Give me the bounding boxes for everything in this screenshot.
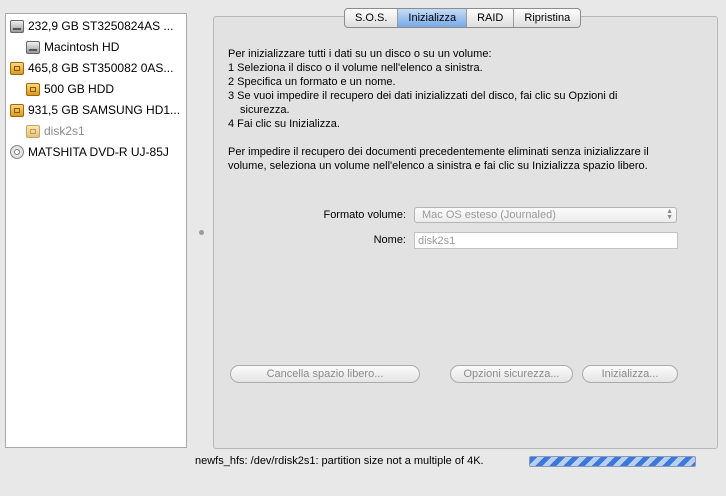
erase-button[interactable]: Inizializza... xyxy=(582,365,678,383)
format-select-value: Mac OS esteso (Journaled) xyxy=(422,209,556,221)
disk-item-label: 465,8 GB ST350082 0AS... xyxy=(28,61,174,75)
free-space-note-line: Per impedire il recupero dei documenti p… xyxy=(228,146,649,158)
disk-item-label: 931,5 GB SAMSUNG HD1... xyxy=(28,103,181,117)
instruction-step-continued: sicurezza. xyxy=(240,104,290,116)
disk-item-label: MATSHITA DVD-R UJ-85J xyxy=(28,145,169,159)
volume-item-label: Macintosh HD xyxy=(44,40,120,54)
stepper-arrows-icon: ▲ ▼ xyxy=(666,208,673,221)
erase-instructions: Per inizializzare tutti i dati su un dis… xyxy=(228,47,698,173)
volume-item-label: 500 GB HDD xyxy=(44,82,115,96)
tab-restore[interactable]: Ripristina xyxy=(514,9,580,27)
volume-item-macintosh-hd[interactable]: Macintosh HD xyxy=(26,37,119,57)
disk-item-samsung[interactable]: 931,5 GB SAMSUNG HD1... xyxy=(10,100,180,120)
instruction-step: 2 Specifica un formato e un nome. xyxy=(228,76,396,88)
security-options-button[interactable]: Opzioni sicurezza... xyxy=(450,365,573,383)
hard-disk-icon xyxy=(10,19,24,33)
external-disk-icon xyxy=(26,82,40,96)
free-space-note-line: volume, seleziona un volume nell'elenco … xyxy=(228,160,648,172)
name-label: Nome: xyxy=(373,234,406,246)
hard-disk-icon xyxy=(26,40,40,54)
tab-first-aid[interactable]: S.O.S. xyxy=(345,9,399,27)
name-input[interactable] xyxy=(414,232,678,249)
external-disk-icon xyxy=(10,61,24,75)
instructions-intro: Per inizializzare tutti i dati su un dis… xyxy=(228,48,492,60)
dvd-drive-icon xyxy=(10,145,24,159)
tab-bar: S.O.S. Inizializza RAID Ripristina xyxy=(344,8,582,28)
instruction-step: 1 Seleziona il disco o il volume nell'el… xyxy=(228,62,483,74)
tab-raid[interactable]: RAID xyxy=(467,9,515,27)
format-label: Formato volume: xyxy=(323,209,406,221)
progress-bar xyxy=(529,456,696,467)
instruction-step: 3 Se vuoi impedire il recupero dei dati … xyxy=(228,90,618,102)
external-disk-icon xyxy=(26,124,40,138)
format-select[interactable]: Mac OS esteso (Journaled) ▲ ▼ xyxy=(414,207,677,223)
splitter-handle[interactable] xyxy=(199,230,204,235)
volume-item-label: disk2s1 xyxy=(44,124,85,138)
disk-item-st3250824as[interactable]: 232,9 GB ST3250824AS ... xyxy=(10,16,173,36)
instruction-step: 4 Fai clic su Inizializza. xyxy=(228,118,340,130)
volume-item-disk2s1[interactable]: disk2s1 xyxy=(26,121,85,141)
tab-erase[interactable]: Inizializza xyxy=(398,9,468,27)
disk-item-dvd[interactable]: MATSHITA DVD-R UJ-85J xyxy=(10,142,169,162)
volume-item-500gb-hdd[interactable]: 500 GB HDD xyxy=(26,79,114,99)
external-disk-icon xyxy=(10,103,24,117)
disk-item-label: 232,9 GB ST3250824AS ... xyxy=(28,19,174,33)
erase-free-space-button[interactable]: Cancella spazio libero... xyxy=(230,365,420,383)
disk-item-st350082[interactable]: 465,8 GB ST350082 0AS... xyxy=(10,58,173,78)
disk-list-sidebar[interactable]: 232,9 GB ST3250824AS ... Macintosh HD 46… xyxy=(5,13,187,448)
status-message: newfs_hfs: /dev/rdisk2s1: partition size… xyxy=(195,455,484,467)
